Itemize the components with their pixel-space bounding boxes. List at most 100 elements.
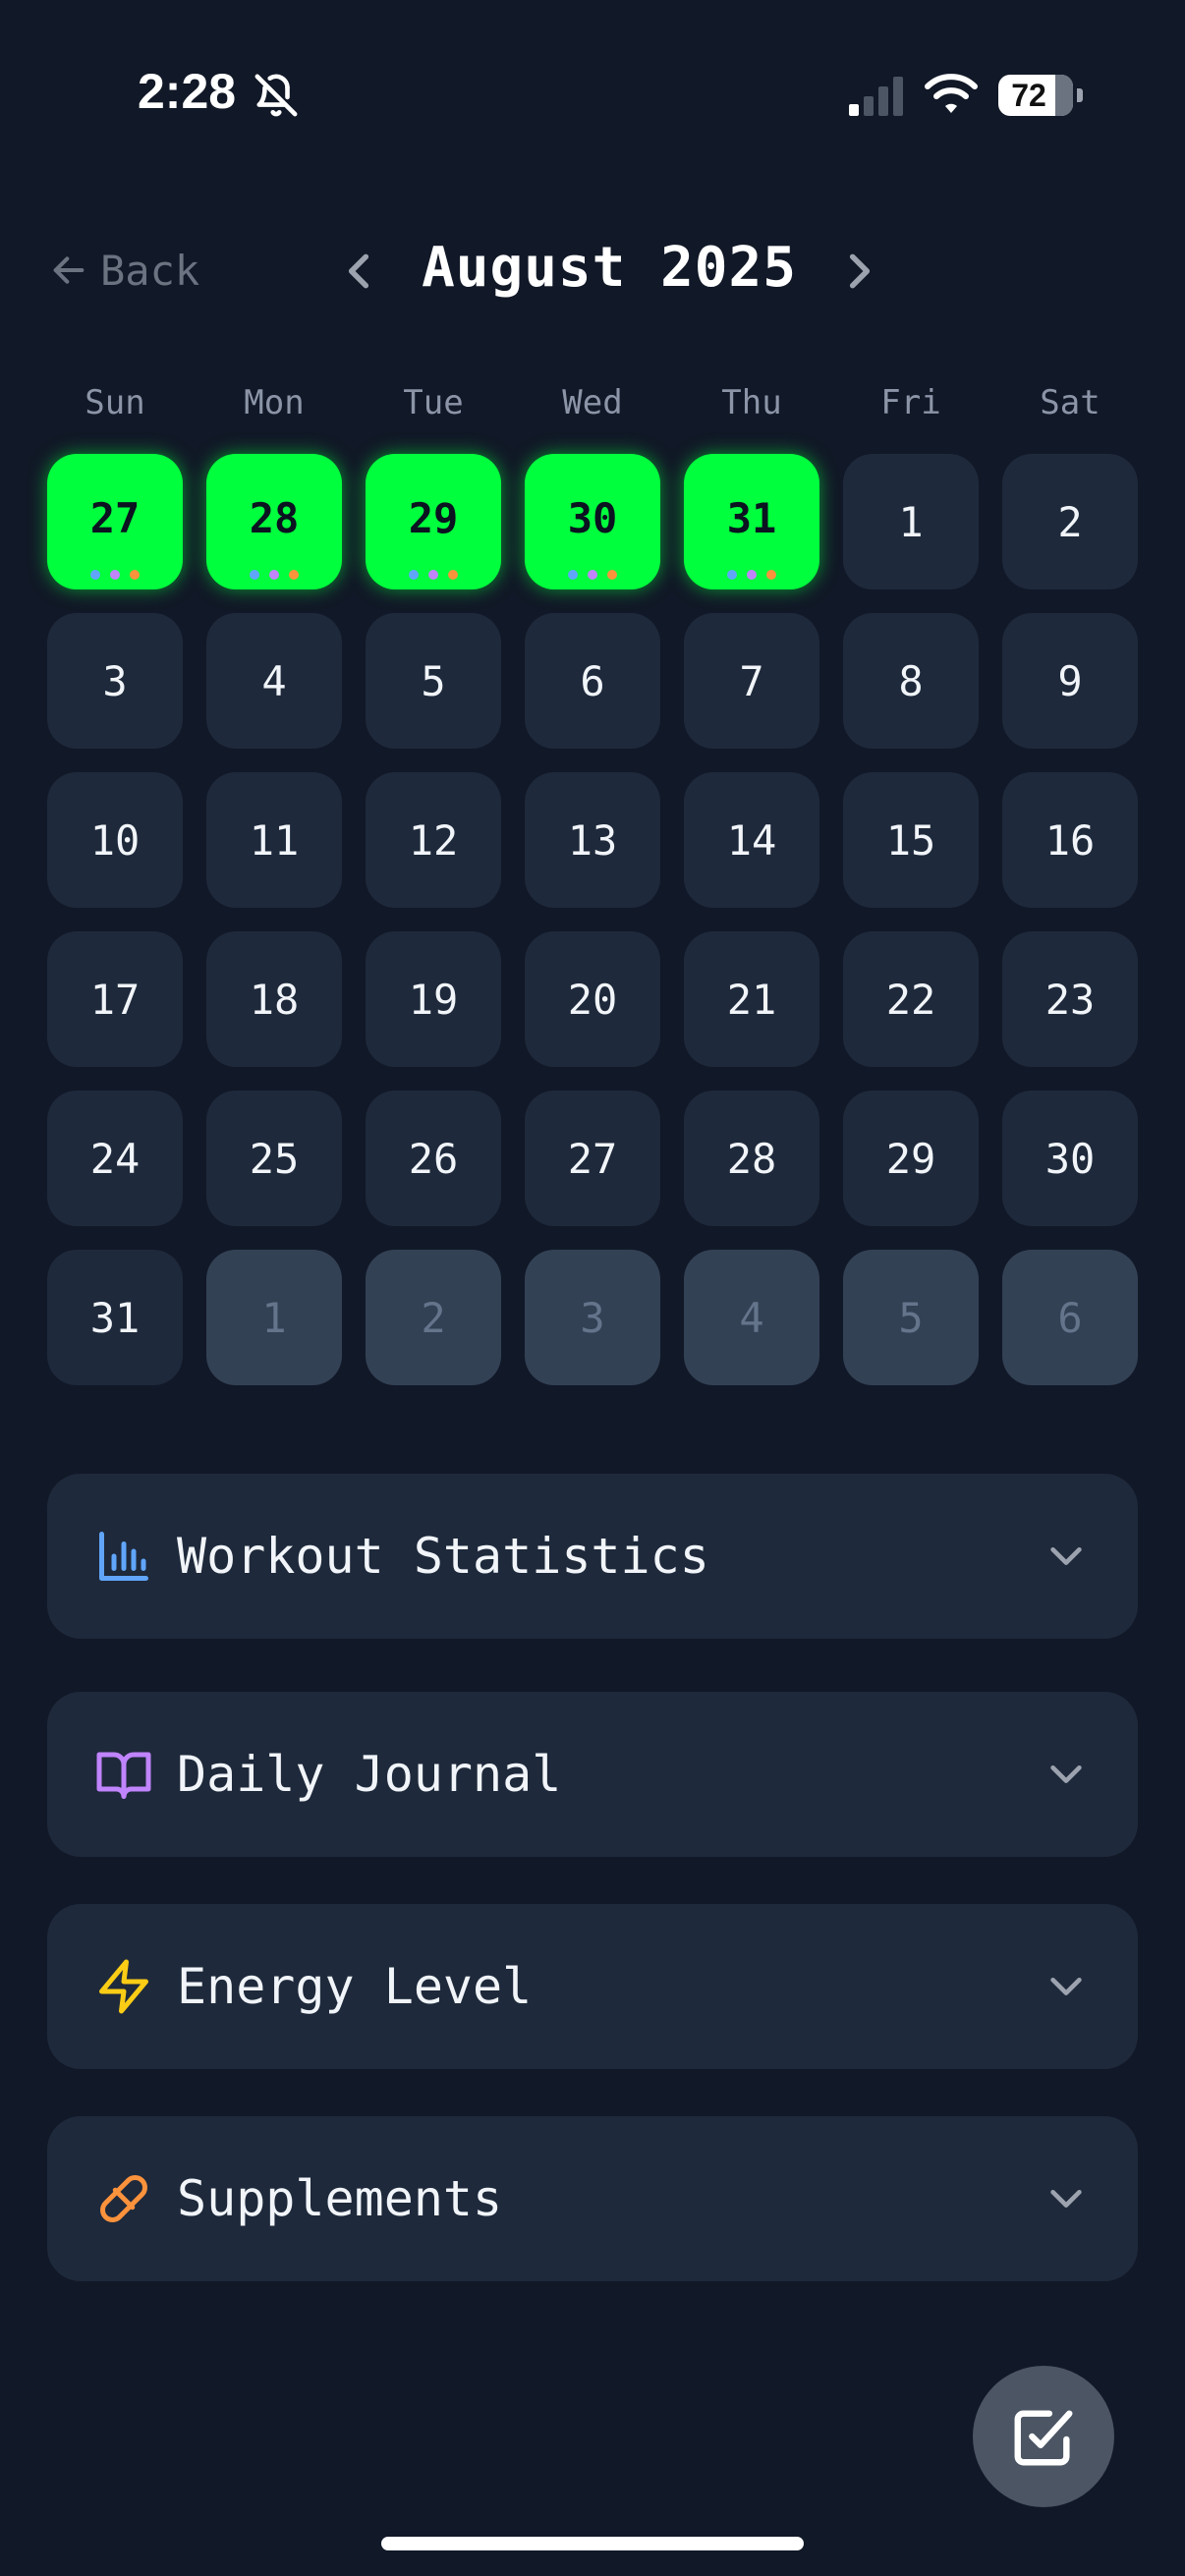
activity-dot	[269, 570, 279, 580]
weekday-label: Mon	[244, 383, 305, 422]
calendar-day[interactable]: 11	[206, 772, 342, 908]
log-entry-button[interactable]	[973, 2366, 1114, 2507]
day-number: 6	[580, 656, 605, 705]
day-number: 3	[102, 656, 128, 705]
calendar-day[interactable]: 8	[843, 613, 979, 749]
calendar-day[interactable]: 27	[47, 454, 183, 589]
chevron-right-icon	[849, 253, 871, 289]
section-label: Workout Statistics	[177, 1528, 709, 1585]
activity-dot	[568, 570, 578, 580]
supplements-section[interactable]: Supplements	[47, 2116, 1138, 2281]
activity-dot	[130, 570, 140, 580]
day-number: 23	[1044, 975, 1096, 1024]
section-label: Daily Journal	[177, 1746, 562, 1803]
day-number: 29	[408, 493, 459, 542]
chevron-down-icon	[1050, 1546, 1082, 1565]
workout-statistics-section[interactable]: Workout Statistics	[47, 1474, 1138, 1639]
open-book-icon	[96, 1752, 151, 1799]
checkbox-edit-icon	[1014, 2410, 1073, 2466]
day-number: 26	[408, 1134, 459, 1183]
activity-dot	[727, 570, 737, 580]
calendar-day[interactable]: 13	[525, 772, 660, 908]
calendar-day[interactable]: 23	[1002, 931, 1138, 1067]
calendar-day[interactable]: 30	[525, 454, 660, 589]
calendar-day[interactable]: 5	[366, 613, 501, 749]
calendar-day[interactable]: 10	[47, 772, 183, 908]
calendar-day[interactable]: 28	[684, 1091, 819, 1226]
next-month-button[interactable]	[835, 242, 884, 301]
lightning-bolt-icon	[99, 1959, 148, 2014]
calendar-day[interactable]: 4	[684, 1250, 819, 1385]
day-number: 5	[898, 1293, 924, 1342]
previous-month-button[interactable]	[334, 242, 383, 301]
day-number: 27	[567, 1134, 618, 1183]
calendar-day[interactable]: 15	[843, 772, 979, 908]
battery-level: 72	[1011, 78, 1046, 113]
calendar-day[interactable]: 21	[684, 931, 819, 1067]
calendar-day[interactable]: 28	[206, 454, 342, 589]
calendar-day[interactable]: 14	[684, 772, 819, 908]
day-number: 28	[726, 1134, 777, 1183]
calendar-day[interactable]: 6	[525, 613, 660, 749]
back-button[interactable]: Back	[49, 238, 199, 303]
home-indicator	[381, 2537, 804, 2550]
activity-dots	[206, 570, 342, 580]
day-number: 10	[89, 815, 141, 865]
day-number: 11	[249, 815, 300, 865]
day-number: 7	[739, 656, 764, 705]
calendar-day[interactable]: 27	[525, 1091, 660, 1226]
activity-dot	[607, 570, 617, 580]
day-number: 25	[249, 1134, 300, 1183]
calendar-day[interactable]: 22	[843, 931, 979, 1067]
day-number: 16	[1044, 815, 1096, 865]
calendar-day[interactable]: 24	[47, 1091, 183, 1226]
day-number: 2	[421, 1293, 446, 1342]
calendar-day[interactable]: 2	[366, 1250, 501, 1385]
activity-dot	[766, 570, 776, 580]
calendar-day[interactable]: 19	[366, 931, 501, 1067]
calendar-day[interactable]: 20	[525, 931, 660, 1067]
calendar-day[interactable]: 12	[366, 772, 501, 908]
calendar-day[interactable]: 7	[684, 613, 819, 749]
activity-dot	[448, 570, 458, 580]
calendar-day[interactable]: 31	[47, 1250, 183, 1385]
activity-dot	[90, 570, 100, 580]
bar-chart-icon	[99, 1532, 148, 1581]
calendar-day[interactable]: 3	[47, 613, 183, 749]
section-label: Energy Level	[177, 1958, 533, 2015]
day-number: 18	[249, 975, 300, 1024]
day-number: 22	[885, 975, 936, 1024]
calendar-day[interactable]: 25	[206, 1091, 342, 1226]
activity-dot	[110, 570, 120, 580]
day-number: 3	[580, 1293, 605, 1342]
activity-dot	[428, 570, 438, 580]
calendar-day[interactable]: 6	[1002, 1250, 1138, 1385]
activity-dots	[684, 570, 819, 580]
calendar-day[interactable]: 17	[47, 931, 183, 1067]
calendar-day[interactable]: 29	[366, 454, 501, 589]
activity-dot	[747, 570, 757, 580]
calendar-day[interactable]: 5	[843, 1250, 979, 1385]
weekday-label: Tue	[403, 383, 464, 422]
calendar-day[interactable]: 4	[206, 613, 342, 749]
calendar-day[interactable]: 3	[525, 1250, 660, 1385]
calendar-day[interactable]: 30	[1002, 1091, 1138, 1226]
status-time: 2:28	[138, 64, 237, 119]
status-bar: 2:28 72	[0, 0, 1185, 196]
calendar-day[interactable]: 16	[1002, 772, 1138, 908]
day-number: 27	[89, 493, 141, 542]
calendar-day[interactable]: 26	[366, 1091, 501, 1226]
daily-journal-section[interactable]: Daily Journal	[47, 1692, 1138, 1857]
day-number: 15	[885, 815, 936, 865]
energy-level-section[interactable]: Energy Level	[47, 1904, 1138, 2069]
calendar-day[interactable]: 1	[843, 454, 979, 589]
calendar-day[interactable]: 18	[206, 931, 342, 1067]
day-number: 19	[408, 975, 459, 1024]
day-number: 30	[567, 493, 618, 542]
calendar-day[interactable]: 31	[684, 454, 819, 589]
arrow-left-icon	[53, 256, 85, 284]
calendar-day[interactable]: 9	[1002, 613, 1138, 749]
calendar-day[interactable]: 2	[1002, 454, 1138, 589]
calendar-day[interactable]: 29	[843, 1091, 979, 1226]
calendar-day[interactable]: 1	[206, 1250, 342, 1385]
